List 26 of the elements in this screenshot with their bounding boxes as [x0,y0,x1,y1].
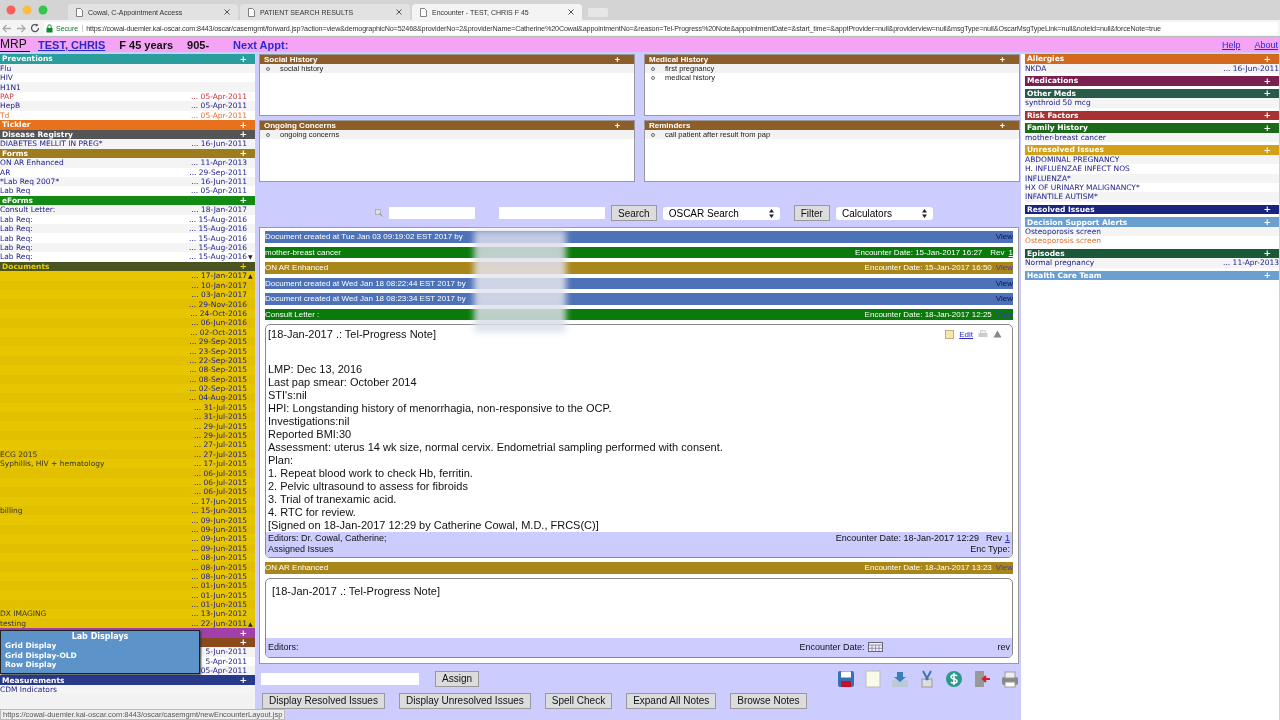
mrp-label: MRP [0,37,30,52]
note-title: Document created at Wed Jan 18 08:23:34 EST 2017 by [265,294,466,304]
note-title: Document created at Wed Jan 18 08:22:44 EST 2017 by [265,278,466,288]
note-title: Document created at Tue Jan 03 09:19:02 EST 2017 by [265,232,463,242]
note-title: mother-breast cancer [265,247,342,257]
rev-label: Rev [985,533,1002,544]
editors-text: Editors: Dr. Cowal, Catherine; [268,533,387,544]
note-heading: [18-Jan-2017 .: Tel-Progress Note] [268,328,436,340]
encounter-date: Encounter Date: 15-Jan-2017 16:27 [855,247,983,257]
sex-age-text: F 45 years [119,38,174,51]
encounter-date: Encounter Date: 18-Jan-2017 12:25 [864,309,992,319]
note-text: LMP: Dec 13, 2016 Last pap smear: October 2014 STI's:nil HPI: Longstanding history of menorrhagia, non-responsive to the OCP. Investigations:nil Reported BMI:30 Assessment: uterus 14 wk size, normal cervix. Endometrial sampling performed with consent. Plan: 1. Repeat blood work to check Hb, ferritin. 2. Pelvic ultrasound to assess for fibroids 3. Trial of tranexamic acid. 4. RTC for review. [Signed on 18-Jan-2017 12:29 by Catherine Cowal, M.D., FRCS(C)] [267,362,724,532]
encounter-date: Encounter Date: 15-Jan-2017 16:50 [864,263,992,273]
encounter-date: Encounter Date: 18-Jan-2017 13:23 [864,563,992,573]
next-appointment-label: Next Appt: [233,38,289,51]
assigned-issues-label: Assigned Issues [268,544,334,555]
editors-text: Editors: [268,641,299,652]
note-title: ON AR Enhanced [265,563,329,573]
phone-text: 905- [187,38,210,51]
enc-type-label: Enc Type: [970,544,1010,555]
encounter-date: Encounter Date: 18-Jan-2017 12:29 [835,533,979,544]
rev-label: rev [997,641,1010,652]
note-title: Consult Letter : [265,309,320,319]
note-title: ON AR Enhanced [265,263,329,273]
rev-label: Rev [990,247,1005,257]
encounter-date-label: Encounter Date: [799,641,865,652]
